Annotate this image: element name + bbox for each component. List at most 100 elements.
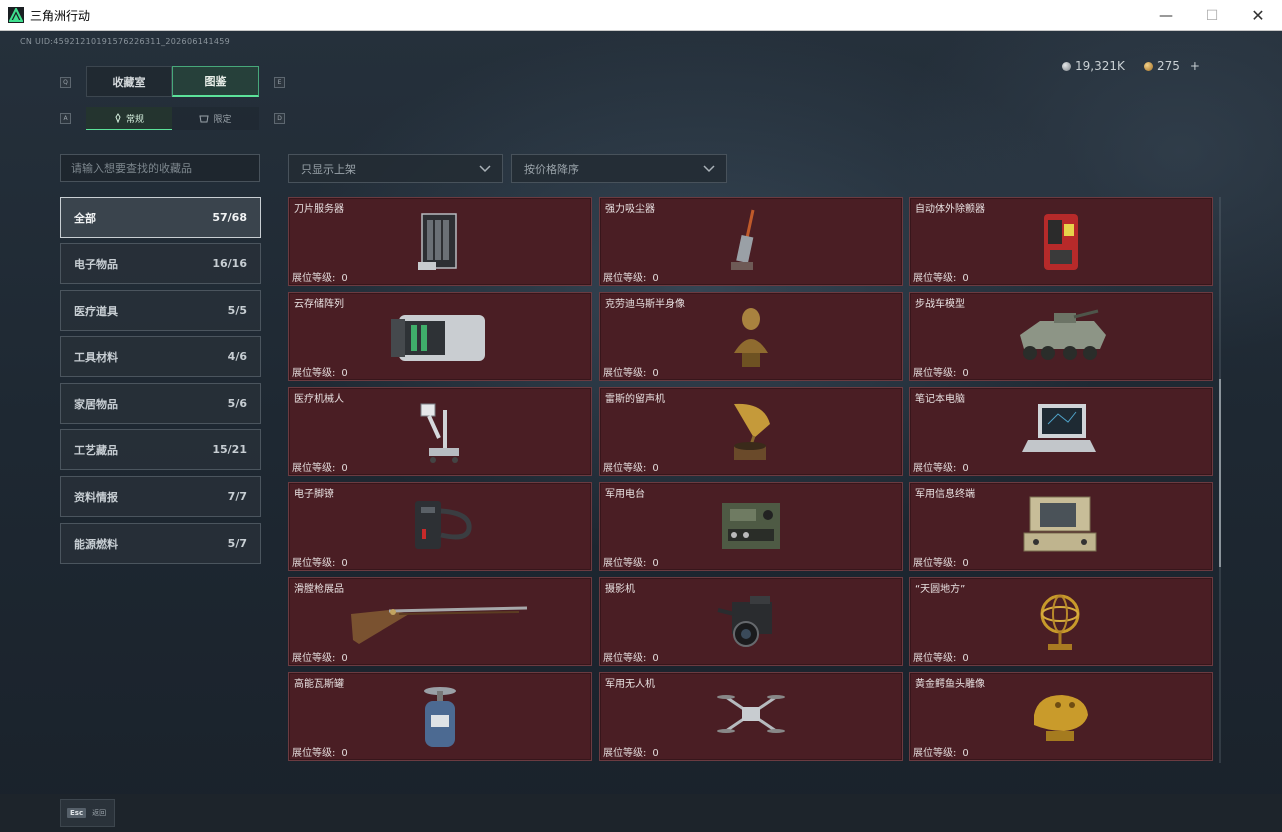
search-input[interactable] [60,154,260,182]
category-label: 家居物品 [74,397,118,411]
category-count: 5/7 [227,537,247,550]
ifv-model-icon [1020,309,1106,360]
vacuum-icon [731,209,755,270]
category-count: 7/7 [227,490,247,503]
item-name: 刀片服务器 [294,204,344,215]
item-level: 展位等级: 0 [913,273,969,284]
esc-key-icon: Esc [67,808,87,818]
item-level: 展位等级: 0 [292,748,348,759]
ankle-monitor-icon [415,501,472,549]
item-name: 强力吸尘器 [605,204,655,215]
category-tools[interactable]: 工具材料 4/6 [60,336,261,377]
minimize-button[interactable]: — [1143,0,1189,31]
item-card[interactable]: 刀片服务器 展位等级: 0 [288,197,592,286]
item-card[interactable]: 雷斯的留声机 展位等级: 0 [599,387,903,476]
category-count: 16/16 [212,257,247,270]
footer-bar [0,794,1282,832]
category-label: 工具材料 [74,350,118,364]
camera-icon [717,596,772,647]
silver-currency: 19,321K [1062,59,1125,73]
tab-catalog[interactable]: 图鉴 [172,66,259,97]
item-name: 黄金鳄鱼头雕像 [915,679,985,690]
category-energy[interactable]: 能源燃料 5/7 [60,523,261,564]
item-card[interactable]: 军用无人机 展位等级: 0 [599,672,903,761]
key-hint-e: E [274,77,285,88]
item-level: 展位等级: 0 [603,653,659,664]
item-card[interactable]: 滑膛枪展品 展位等级: 0 [288,577,592,666]
item-level: 展位等级: 0 [913,558,969,569]
defibrillator-icon [1044,214,1078,270]
shelf-filter-dropdown[interactable]: 只显示上架 [288,154,503,183]
bust-icon [734,308,768,367]
item-level: 展位等级: 0 [292,273,348,284]
item-card[interactable]: 自动体外除颤器 展位等级: 0 [909,197,1213,286]
item-card[interactable]: “天圆地方” 展位等级: 0 [909,577,1213,666]
item-card[interactable]: 军用电台 展位等级: 0 [599,482,903,571]
item-name: 克劳迪乌斯半身像 [605,299,685,310]
category-household[interactable]: 家居物品 5/6 [60,383,261,424]
gas-canister-icon [424,687,456,747]
category-label: 电子物品 [74,257,118,271]
item-name: 电子脚镣 [294,489,334,500]
item-card[interactable]: 电子脚镣 展位等级: 0 [288,482,592,571]
silver-amount: 19,321K [1075,59,1125,73]
category-crafts[interactable]: 工艺藏品 15/21 [60,429,261,470]
item-level: 展位等级: 0 [603,748,659,759]
subtab-limited-label: 限定 [213,115,232,125]
item-name: 自动体外除颤器 [915,204,985,215]
terminal-icon [1023,496,1097,552]
back-label: 返回 [92,809,107,817]
item-name: 高能瓦斯罐 [294,679,344,690]
sort-value: 按价格降序 [524,162,579,176]
item-level: 展位等级: 0 [603,463,659,474]
item-card[interactable]: 军用信息终端 展位等级: 0 [909,482,1213,571]
item-card[interactable]: 强力吸尘器 展位等级: 0 [599,197,903,286]
silver-coin-icon [1062,61,1071,71]
item-level: 展位等级: 0 [292,558,348,569]
item-level: 展位等级: 0 [913,748,969,759]
item-card[interactable]: 医疗机械人 展位等级: 0 [288,387,592,476]
radio-icon [722,503,780,549]
item-card[interactable]: 摄影机 展位等级: 0 [599,577,903,666]
server-icon [418,213,457,270]
subtab-limited[interactable]: 限定 [172,107,259,130]
item-name: 军用信息终端 [915,489,975,500]
maximize-button[interactable]: ☐ [1189,0,1235,31]
item-card[interactable]: 云存储阵列 展位等级: 0 [288,292,592,381]
subtab-regular-label: 常规 [125,114,144,125]
category-count: 5/5 [227,304,247,317]
item-name: 笔记本电脑 [915,394,965,405]
uid-text: CN UID:4592121019157622631‌1_20260614145… [20,37,231,46]
category-label: 能源燃料 [74,537,118,551]
add-gold-button[interactable]: + [1190,59,1200,73]
back-button[interactable]: Esc 返回 [60,799,115,827]
sort-dropdown[interactable]: 按价格降序 [511,154,727,183]
subtab-regular[interactable]: 常规 [86,107,172,130]
item-name: 滑膛枪展品 [294,584,344,595]
item-card[interactable]: 克劳迪乌斯半身像 展位等级: 0 [599,292,903,381]
item-level: 展位等级: 0 [913,368,969,379]
category-intel[interactable]: 资料情报 7/7 [60,476,261,517]
item-card[interactable]: 步战车模型 展位等级: 0 [909,292,1213,381]
category-all[interactable]: 全部 57/68 [60,197,261,238]
item-card[interactable]: 高能瓦斯罐 展位等级: 0 [288,672,592,761]
category-count: 5/6 [227,397,247,410]
close-button[interactable]: ✕ [1235,0,1281,31]
category-label: 医疗道具 [74,304,118,318]
key-hint-d: D [274,113,285,124]
item-level: 展位等级: 0 [913,463,969,474]
tab-collection-room[interactable]: 收藏室 [86,66,172,97]
item-level: 展位等级: 0 [603,273,659,284]
category-electronics[interactable]: 电子物品 16/16 [60,243,261,284]
item-card[interactable]: 笔记本电脑 展位等级: 0 [909,387,1213,476]
laptop-icon [1022,404,1096,452]
item-level: 展位等级: 0 [292,653,348,664]
gramophone-icon [734,403,770,460]
item-card[interactable]: 黄金鳄鱼头雕像 展位等级: 0 [909,672,1213,761]
scrollbar-thumb[interactable] [1219,379,1221,567]
category-medical[interactable]: 医疗道具 5/5 [60,290,261,331]
category-count: 15/21 [212,443,247,456]
category-label: 资料情报 [74,490,118,504]
item-name: 医疗机械人 [294,394,344,405]
crocodile-head-icon [1034,695,1088,741]
